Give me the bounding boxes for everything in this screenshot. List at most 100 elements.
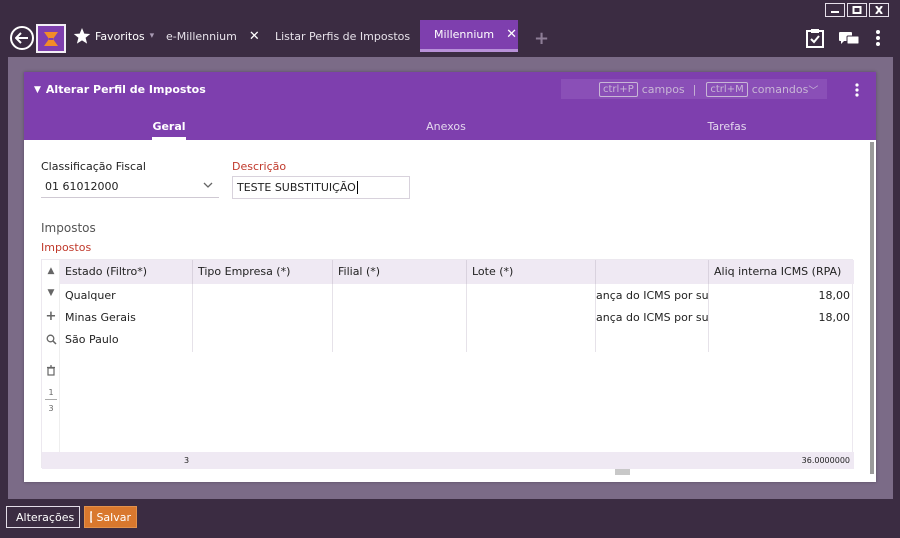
collapse-caret-icon: ▼ [34,84,41,95]
top-bar: Favoritos ▾ e-Millennium ✕ Listar Perfis… [0,20,900,56]
page-total: 3 [48,404,54,413]
cell-tipo[interactable] [192,307,332,329]
close-icon [875,6,883,14]
grid-header: Estado (Filtro*) Tipo Empresa (*) Filial… [60,260,854,284]
shortcuts-bar[interactable]: ctrl+P campos | ctrl+M comandos ﹀ [561,79,827,99]
minimize-icon [831,11,839,13]
cell-estado[interactable]: Qualquer [60,285,192,307]
maximize-button[interactable] [847,3,867,17]
save-label: Salvar [96,510,131,524]
footer-sum: 36.0000000 [801,456,850,465]
shortcut-commands-key: ctrl+M [706,81,748,97]
grid-toolbar: ▲ ▼ + 1 3 [42,260,60,452]
panel-header: ▼ Alterar Perfil de Impostos ctrl+P camp… [24,72,876,140]
chevron-down-icon: ▾ [149,31,155,41]
descricao-label: Descrição [232,160,287,173]
column-header-tipo-empresa[interactable]: Tipo Empresa (*) [192,260,332,284]
table-row[interactable]: Qualquer ança do ICMS por su... 18,00 [60,285,854,307]
minimize-button[interactable] [825,3,845,17]
logo-icon [44,31,58,46]
tab-e-millennium[interactable]: e-Millennium ✕ [166,20,260,52]
column-header-lote[interactable]: Lote (*) [466,260,595,284]
classificacao-label: Classificação Fiscal [41,160,146,173]
shortcut-commands-label: comandos [751,82,809,96]
tab-listar-perfis[interactable]: Listar Perfis de Impostos ✕ [275,20,433,52]
chat-icon[interactable] [838,31,860,47]
column-header-blank[interactable] [595,260,708,284]
active-tab-indicator [152,137,186,140]
cell-aliq[interactable] [708,329,854,351]
cell-estado[interactable]: Minas Gerais [60,307,192,329]
tab-label: Millennium [434,28,495,41]
cell-lote[interactable] [466,329,595,351]
tab-tarefas[interactable]: Tarefas [700,120,754,133]
chevron-down-icon[interactable]: ﹀ [808,82,818,97]
cell-col5[interactable]: ança do ICMS por su... [595,285,708,307]
panel-title[interactable]: ▼ Alterar Perfil de Impostos [34,83,206,96]
cell-tipo[interactable] [192,329,332,351]
taxes-grid: ▲ ▼ + 1 3 Estado (Filtro*) Tipo Empresa … [41,259,854,475]
column-header-estado[interactable]: Estado (Filtro*) [60,260,192,284]
table-row[interactable]: Minas Gerais ança do ICMS por su... 18,0… [60,307,854,329]
shortcut-separator: | [692,82,697,96]
cell-filial[interactable] [332,285,466,307]
cell-tipo[interactable] [192,285,332,307]
cell-aliq[interactable]: 18,00 [708,307,854,329]
cell-filial[interactable] [332,307,466,329]
window-controls [825,3,889,17]
sort-down-icon[interactable]: ▼ [42,288,60,298]
table-row[interactable]: São Paulo [60,329,854,351]
millennium-logo[interactable] [36,24,66,53]
tab-millennium[interactable]: Millennium ✕ [420,20,518,52]
more-vertical-icon[interactable] [875,29,881,47]
close-icon[interactable]: ✕ [249,29,260,44]
cell-lote[interactable] [466,285,595,307]
sort-up-icon[interactable]: ▲ [42,266,60,276]
add-row-icon[interactable]: + [42,309,60,324]
grid-body: Qualquer ança do ICMS por su... 18,00 Mi… [60,284,854,475]
close-window-button[interactable] [869,3,889,17]
classificacao-value: 01 61012000 [45,180,119,193]
tab-label: e-Millennium [166,29,237,43]
maximize-icon [852,6,862,14]
search-icon[interactable] [42,334,60,348]
tab-anexos[interactable]: Anexos [419,120,473,133]
cell-estado[interactable]: São Paulo [60,329,192,351]
more-vertical-icon[interactable] [855,83,859,97]
page-current: 1 [48,388,54,397]
shortcut-fields-key: ctrl+P [599,81,638,97]
subsection-title: Impostos [41,241,92,254]
cell-aliq[interactable]: 18,00 [708,285,854,307]
trash-icon[interactable] [42,365,60,379]
save-button[interactable]: Salvar [84,506,137,528]
footer-count: 3 [184,456,190,465]
grid-footer: 3 36.0000000 [42,452,854,469]
vertical-scrollbar[interactable] [870,142,874,474]
changes-label: Alterações [16,510,75,524]
column-header-aliq[interactable]: Aliq interna ICMS (RPA) [708,260,854,284]
cell-filial[interactable] [332,329,466,351]
descricao-input[interactable]: TESTE SUBSTITUIÇÃO [232,176,410,199]
arrow-left-icon [15,32,28,44]
star-icon [73,28,91,44]
classificacao-select[interactable]: 01 61012000 [41,176,219,198]
close-icon[interactable]: ✕ [506,27,517,42]
cell-lote[interactable] [466,307,595,329]
back-button[interactable] [10,26,34,50]
floppy-disk-icon [90,511,93,523]
favorites-label: Favoritos [95,29,145,43]
descricao-value: TESTE SUBSTITUIÇÃO [237,181,356,194]
chevron-down-icon [203,182,213,188]
add-tab-button[interactable]: + [534,28,549,49]
cell-col5[interactable]: ança do ICMS por su... [595,307,708,329]
tab-label: Listar Perfis de Impostos [275,29,411,43]
favorites-menu[interactable]: Favoritos ▾ [73,27,154,45]
panel-title-text: Alterar Perfil de Impostos [45,83,206,96]
shortcut-fields-label: campos [641,82,685,96]
tab-geral[interactable]: Geral [152,120,186,133]
changes-button[interactable]: Alterações [6,506,80,528]
column-header-filial[interactable]: Filial (*) [332,260,466,284]
clipboard-check-icon[interactable] [806,28,824,48]
cell-col5[interactable] [595,329,708,351]
edit-tax-profile-panel: ▼ Alterar Perfil de Impostos ctrl+P camp… [24,72,876,482]
